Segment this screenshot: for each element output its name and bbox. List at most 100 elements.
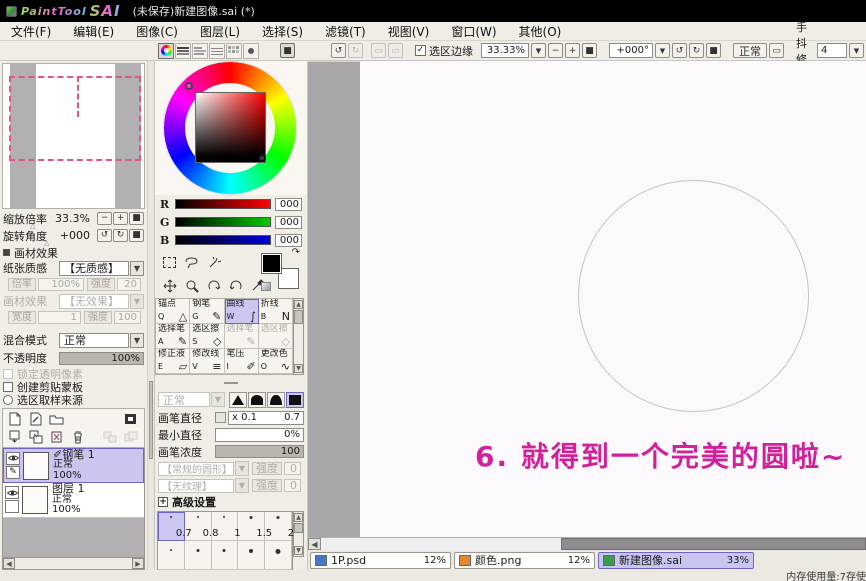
left-panel-scroll-thumb[interactable] (149, 381, 153, 459)
zoom-in-button[interactable]: + (565, 43, 580, 58)
size-preset-row2[interactable] (212, 541, 239, 570)
effect-strength-value[interactable]: 100 (114, 311, 141, 324)
rotation-dropdown-button[interactable]: ▼ (655, 43, 670, 58)
layer-visibility-toggle[interactable] (6, 452, 20, 465)
shape-strength-value[interactable]: 0 (284, 462, 301, 475)
min-diameter-field[interactable]: 0% (215, 428, 304, 442)
rotate-cw-button[interactable]: ↻ (689, 43, 704, 58)
menu-layer[interactable]: 图层(L) (189, 23, 251, 40)
brush-texture-select[interactable]: 【无纹理】 (158, 479, 234, 493)
paper-strength-value[interactable]: 20 (117, 278, 141, 291)
layer-visibility-toggle[interactable] (5, 486, 19, 499)
redo-button[interactable]: ↻ (348, 43, 363, 58)
left-panel-vscrollbar[interactable] (148, 61, 155, 570)
nav-zoom-out-button[interactable]: − (97, 212, 112, 225)
paper-texture-dropdown-icon[interactable]: ▼ (130, 261, 144, 276)
material-effects-header[interactable]: 画材效果 (0, 244, 147, 259)
tool-grid-scroll-thumb[interactable] (294, 310, 303, 324)
rotation-field[interactable]: +000° (609, 43, 653, 58)
quick-panel-button[interactable]: ■ (280, 43, 295, 58)
tool-correction[interactable]: 修正液E▱ (156, 349, 190, 374)
tool-edit-line[interactable]: 修改线V≡ (190, 349, 224, 374)
scroll-down-icon[interactable]: ▼ (294, 546, 303, 555)
zoom-dropdown-button[interactable]: ▼ (531, 43, 546, 58)
diameter-unit-toggle[interactable] (215, 412, 226, 423)
nav-rotation-reset-button[interactable]: ■ (129, 229, 144, 242)
r-slider[interactable] (175, 199, 271, 209)
layer-row-pen1[interactable]: ✎ ✐钢笔 1 正常 100% (3, 448, 144, 483)
tool-recolor[interactable]: 更改色O∿ (259, 349, 293, 374)
effect-select[interactable]: 【无效果】 (59, 294, 129, 309)
canvas[interactable]: 6. 就得到一个完美的圆啦~ (308, 61, 866, 537)
swatch-panel-icon[interactable] (261, 282, 271, 291)
hsv-slider-toggle[interactable] (192, 43, 208, 59)
b-slider[interactable] (175, 235, 271, 245)
selection-source-radio[interactable] (3, 395, 13, 405)
magic-wand-tool[interactable] (203, 252, 224, 273)
tool-curve[interactable]: 曲线W∫ (225, 299, 259, 324)
zoom-out-button[interactable]: − (548, 43, 563, 58)
menu-view[interactable]: 视图(V) (377, 23, 441, 40)
blend-mode-dropdown-icon[interactable]: ▼ (130, 333, 144, 348)
navigator-preview[interactable] (2, 63, 145, 209)
brush-density-slider[interactable]: 100 (215, 445, 304, 458)
brush-shape-dropdown-icon[interactable]: ▼ (235, 461, 249, 476)
new-folder-button[interactable] (47, 411, 66, 427)
move-tool[interactable] (159, 275, 180, 296)
layer-draft-toggle[interactable]: ✎ (6, 466, 20, 479)
menu-file[interactable]: 文件(F) (0, 23, 62, 40)
g-slider[interactable] (175, 217, 271, 227)
advanced-settings-header[interactable]: + 高级设置 (155, 494, 307, 509)
canvas-scroll-track[interactable] (321, 538, 866, 550)
menu-edit[interactable]: 编辑(E) (62, 23, 125, 40)
invert-selection-button[interactable]: ▭ (388, 43, 403, 58)
hue-marker[interactable] (185, 82, 193, 90)
menu-select[interactable]: 选择(S) (251, 23, 314, 40)
undo-button[interactable]: ↺ (331, 43, 346, 58)
tool-select-eraser-2[interactable]: 选区擦◇ (259, 324, 293, 349)
tab-1p-psd[interactable]: 1P.psd 12% (310, 552, 451, 569)
tool-select-pen-2[interactable]: 选择笔✎ (225, 324, 259, 349)
paper-texture-select[interactable]: 【无质感】 (59, 261, 129, 276)
rotation-reset-button[interactable]: ■ (706, 43, 721, 58)
scroll-down-icon[interactable]: ▼ (294, 364, 303, 373)
brush-texture-dropdown-icon[interactable]: ▼ (235, 478, 249, 493)
selection-edge-toggle[interactable]: ✓ 选区边缘 (415, 43, 476, 59)
other-panel-toggle[interactable] (243, 43, 259, 59)
canvas-hscrollbar[interactable]: ◀ (308, 537, 866, 550)
tool-grid-vscrollbar[interactable]: ▲ ▼ (293, 298, 304, 375)
size-preset-1[interactable]: 1 (212, 512, 239, 541)
scroll-left-icon[interactable]: ◀ (308, 538, 321, 550)
tool-select-eraser[interactable]: 选区擦S◇ (190, 324, 224, 349)
navigator-viewport-rect[interactable] (9, 76, 141, 161)
foreground-color-swatch[interactable] (261, 253, 282, 274)
rgb-slider-toggle[interactable] (175, 43, 191, 59)
scroll-up-icon[interactable]: ▲ (294, 513, 303, 522)
tool-pen[interactable]: 钢笔G✎ (190, 299, 224, 324)
nav-rotate-cw-button[interactable]: ↻ (113, 229, 128, 242)
new-layer-button[interactable] (5, 411, 24, 427)
normal-view-button[interactable]: 正常 (733, 43, 767, 58)
brush-mode-dropdown-icon[interactable]: ▼ (211, 392, 225, 407)
layer-list-scroll-track[interactable] (15, 558, 132, 569)
size-preset-row2[interactable] (238, 541, 265, 570)
merge-down-button[interactable] (26, 429, 45, 445)
selection-source-row[interactable]: 选区取样来源 (0, 393, 147, 406)
effect-width-value[interactable]: 1 (38, 311, 81, 324)
deselect-button[interactable]: ▭ (371, 43, 386, 58)
layer-list-hscrollbar[interactable]: ◀ ▶ (3, 557, 144, 569)
stabilizer-dropdown-button[interactable]: ▼ (849, 43, 864, 58)
saturation-value-square[interactable] (195, 92, 266, 163)
opacity-slider[interactable]: 100% (59, 352, 144, 365)
swatches-toggle[interactable] (209, 43, 225, 59)
scroll-left-icon[interactable]: ◀ (3, 558, 15, 569)
edge-shape-hardest[interactable] (229, 392, 247, 408)
zoom-tool[interactable] (181, 275, 202, 296)
brush-shape-select[interactable]: 【常规的圆形】 (158, 462, 234, 476)
nav-zoom-reset-button[interactable]: ■ (129, 212, 144, 225)
zoom-reset-button[interactable]: ■ (582, 43, 597, 58)
paper-scale-value[interactable]: 100% (38, 278, 84, 291)
delete-layer-button[interactable] (68, 429, 87, 445)
scratchpad-toggle[interactable] (226, 43, 242, 59)
zoom-field[interactable]: 33.33% (481, 43, 529, 58)
